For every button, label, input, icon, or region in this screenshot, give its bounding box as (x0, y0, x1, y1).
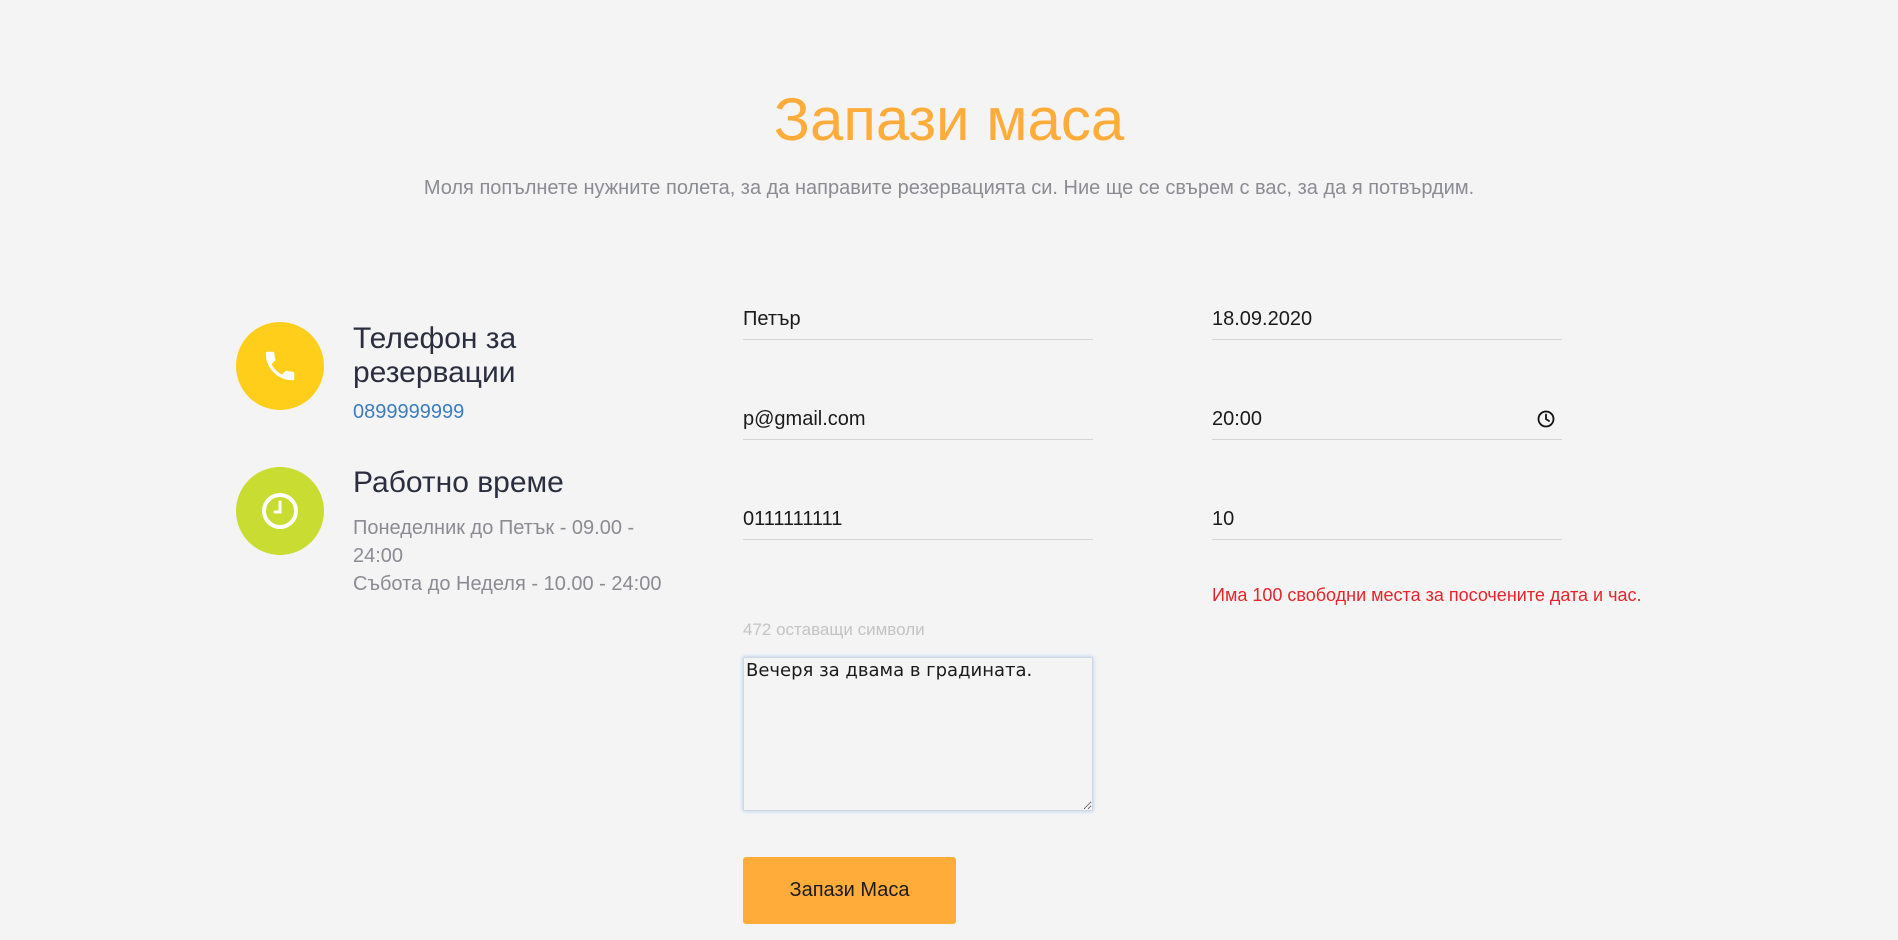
hours-weekend: Събота до Неделя - 10.00 - 24:00 (353, 573, 662, 595)
clock-picker-icon[interactable] (1536, 409, 1556, 429)
phone-number-link[interactable]: 0899999999 (353, 401, 464, 424)
hours-heading: Работно време (353, 466, 564, 499)
page-title: Запази маса (773, 86, 1125, 153)
hours-weekdays: Понеделник до Петък - 09.00 - 24:00 (353, 517, 635, 567)
phone-heading: Телефон за резервации (353, 322, 517, 389)
phone-icon-circle (236, 322, 324, 410)
page-subtitle: Моля попълнете нужните полета, за да нап… (423, 177, 1475, 199)
phone-icon (265, 351, 295, 381)
name-input[interactable] (743, 299, 1093, 340)
reservation-page: Запази маса Моля попълнете нужните полет… (0, 0, 1898, 940)
chars-remaining: 472 оставащи символи (743, 620, 925, 639)
email-input[interactable] (743, 399, 1093, 440)
guests-input[interactable] (1212, 499, 1562, 540)
availability-message: Има 100 свободни места за посочените дат… (1212, 585, 1642, 605)
message-textarea[interactable]: Вечеря за двама в градината. (743, 657, 1093, 811)
clock-icon-circle (236, 467, 324, 555)
submit-button[interactable]: Запази Маса (743, 857, 956, 924)
clock-icon (262, 493, 298, 529)
time-input[interactable] (1212, 399, 1562, 440)
date-input[interactable] (1212, 299, 1562, 340)
phone-input[interactable] (743, 499, 1093, 540)
